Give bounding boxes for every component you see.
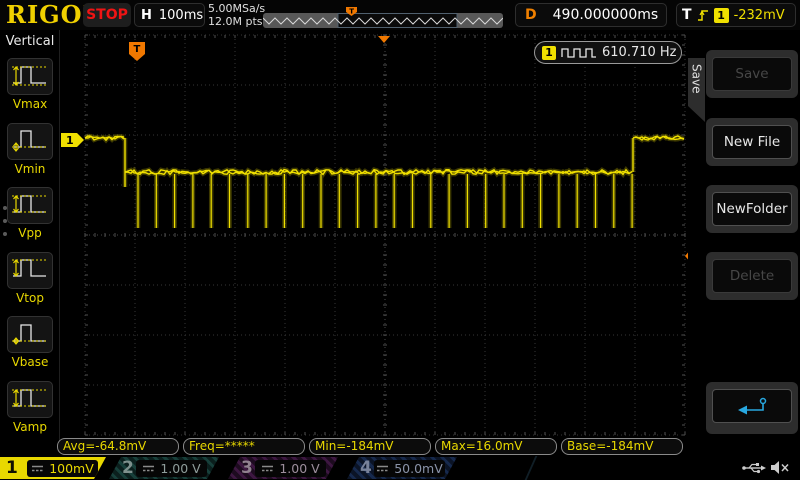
channel-scale: 1.00 V bbox=[160, 461, 200, 476]
acquisition-info: 5.00MSa/s 12.0M pts bbox=[208, 2, 265, 28]
vpp-icon bbox=[10, 189, 50, 223]
channel-scale-box: 50.0mV bbox=[374, 460, 445, 477]
vtop-icon bbox=[10, 253, 50, 287]
menu-slot bbox=[706, 382, 798, 434]
measurement-avg: Avg=-64.8mV bbox=[57, 438, 179, 455]
t-label: T bbox=[682, 7, 692, 23]
menu-slot: NewFolder bbox=[706, 185, 798, 233]
channel-scale-box: 1.00 V bbox=[255, 460, 326, 477]
menu-tab-save: Save bbox=[688, 58, 705, 122]
waveform-display: 1TT bbox=[60, 30, 697, 446]
dc-coupling-icon bbox=[376, 464, 389, 473]
separator bbox=[525, 456, 538, 480]
channel-4-tab[interactable]: 4 50.0mV bbox=[347, 457, 457, 479]
top-bar: RIGOL STOP H 100ms 5.00MSa/s 12.0M pts T… bbox=[0, 0, 800, 30]
timebase-value: 100ms bbox=[159, 8, 203, 23]
dc-coupling-icon bbox=[142, 464, 155, 473]
channel-status-bar: 1 100mV 2 1.00 V 3 1.00 V 4 50.0mV bbox=[0, 456, 800, 480]
sound-muted-icon bbox=[770, 459, 790, 480]
menu-button-return[interactable] bbox=[712, 389, 792, 423]
menu-item-vbase[interactable] bbox=[7, 316, 53, 353]
left-menu-vertical: Vertical Vmax Vmin Vpp Vtop Vbase Vamp bbox=[0, 30, 60, 446]
channel-scale-box: 100mV bbox=[27, 460, 98, 477]
channel-number: 3 bbox=[241, 457, 253, 479]
vbase-icon bbox=[10, 318, 50, 352]
menu-item-vmin[interactable] bbox=[7, 123, 53, 160]
menu-item-label: Vtop bbox=[0, 291, 60, 305]
vamp-icon bbox=[10, 383, 50, 417]
measurement-min: Min=-184mV bbox=[309, 438, 431, 455]
menu-button-newfolder[interactable]: NewFolder bbox=[712, 192, 792, 226]
channel-number: 2 bbox=[122, 457, 134, 479]
menu-item-label: Vmax bbox=[0, 97, 60, 111]
measurement-freq: Freq=***** bbox=[183, 438, 305, 455]
menu-item-label: Vamp bbox=[0, 420, 60, 434]
channel-number: 1 bbox=[6, 457, 18, 479]
dc-coupling-icon bbox=[31, 464, 44, 473]
channel-3-tab[interactable]: 3 1.00 V bbox=[228, 457, 338, 479]
menu-slot: New File bbox=[706, 118, 798, 166]
ch1-trace bbox=[85, 136, 684, 228]
trigger-position-pin-icon: T bbox=[346, 2, 358, 12]
vmax-icon bbox=[10, 60, 50, 94]
counter-value: 610.710 Hz bbox=[602, 45, 677, 60]
d-label: D bbox=[525, 7, 537, 23]
return-arrow-icon bbox=[734, 395, 770, 417]
oscilloscope-screen: RIGOL STOP H 100ms 5.00MSa/s 12.0M pts T… bbox=[0, 0, 800, 480]
h-label: H bbox=[141, 8, 152, 23]
screen-center-marker bbox=[378, 36, 390, 43]
run-state-indicator[interactable]: STOP bbox=[83, 3, 131, 27]
right-menu-save: Save Save New File NewFolder Delete bbox=[688, 30, 800, 446]
horizontal-timebase-box: H 100ms bbox=[134, 3, 205, 27]
menu-item-vamp[interactable] bbox=[7, 381, 53, 418]
memory-position-bar bbox=[263, 13, 503, 28]
svg-text:1: 1 bbox=[66, 134, 74, 147]
channel-scale: 1.00 V bbox=[279, 461, 319, 476]
channel-number: 4 bbox=[360, 457, 372, 479]
trigger-level-value: -232mV bbox=[734, 8, 785, 23]
trigger-position-marker: T bbox=[129, 42, 145, 61]
channel-scale: 100mV bbox=[49, 461, 94, 476]
channel-scale: 50.0mV bbox=[394, 461, 443, 476]
trigger-slope-icon bbox=[697, 7, 709, 23]
counter-channel-badge: 1 bbox=[542, 46, 556, 60]
channel-1-tab[interactable]: 1 100mV bbox=[0, 457, 106, 479]
measurement-max: Max=16.0mV bbox=[435, 438, 557, 455]
menu-slot: Save bbox=[706, 50, 798, 98]
left-menu-title: Vertical bbox=[0, 34, 60, 49]
square-wave-icon bbox=[561, 46, 597, 59]
menu-button-save: Save bbox=[712, 57, 792, 91]
usb-icon bbox=[741, 460, 767, 479]
memory-depth: 12.0M pts bbox=[208, 15, 265, 28]
menu-item-vmax[interactable] bbox=[7, 58, 53, 95]
delay-value: 490.000000ms bbox=[553, 7, 659, 23]
sample-rate: 5.00MSa/s bbox=[208, 2, 265, 15]
ch1-ground-marker: 1 bbox=[61, 133, 84, 147]
menu-button-new-file[interactable]: New File bbox=[712, 125, 792, 159]
trigger-info-box: T 1 -232mV bbox=[676, 3, 796, 27]
measurement-base: Base=-184mV bbox=[561, 438, 683, 455]
graticule bbox=[85, 35, 685, 435]
menu-item-label: Vpp bbox=[0, 226, 60, 240]
channel-scale-box: 1.00 V bbox=[136, 460, 207, 477]
menu-item-vtop[interactable] bbox=[7, 252, 53, 289]
menu-item-label: Vbase bbox=[0, 355, 60, 369]
trigger-source-badge: 1 bbox=[714, 8, 729, 23]
menu-button-delete: Delete bbox=[712, 259, 792, 293]
frequency-counter: 1 610.710 Hz bbox=[534, 41, 682, 64]
menu-item-vpp[interactable] bbox=[7, 187, 53, 224]
menu-item-label: Vmin bbox=[0, 162, 60, 176]
svg-text:T: T bbox=[349, 8, 354, 16]
menu-slot: Delete bbox=[706, 252, 798, 300]
vmin-icon bbox=[10, 124, 50, 158]
dc-coupling-icon bbox=[261, 464, 274, 473]
svg-text:T: T bbox=[134, 44, 141, 55]
menu-tab-label: Save bbox=[690, 64, 704, 93]
channel-2-tab[interactable]: 2 1.00 V bbox=[109, 457, 219, 479]
horizontal-delay-box: D 490.000000ms bbox=[515, 3, 667, 27]
